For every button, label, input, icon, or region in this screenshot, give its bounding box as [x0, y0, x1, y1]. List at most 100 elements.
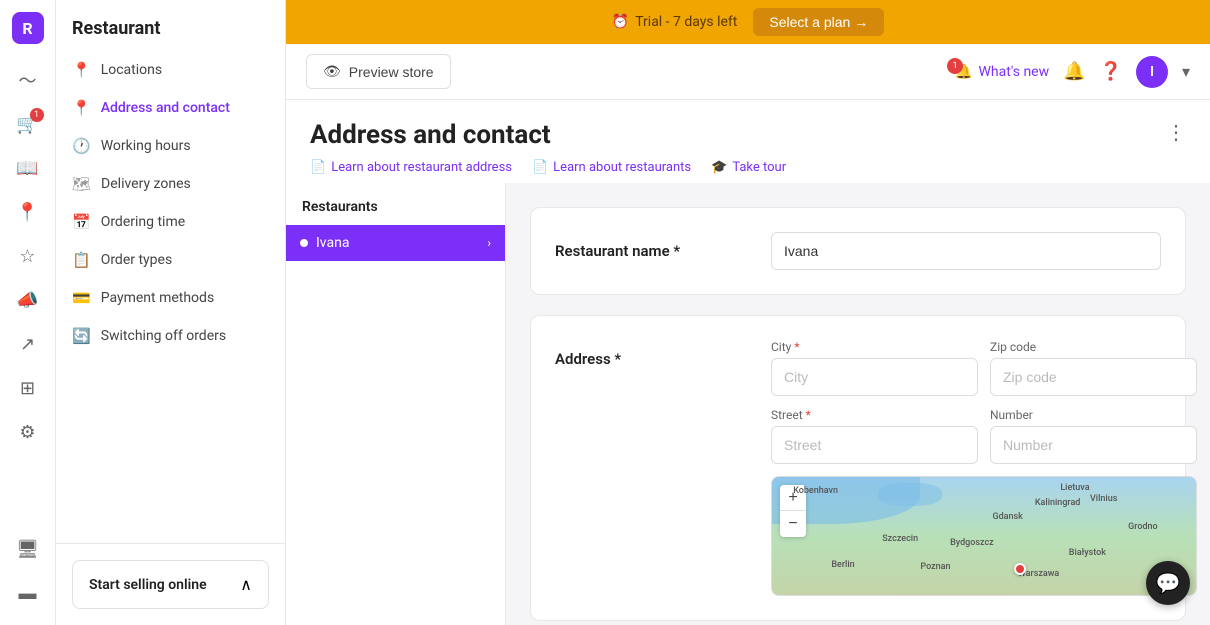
- working-hours-label: Working hours: [101, 138, 191, 154]
- address-icon: 📍: [72, 99, 91, 117]
- locations-label: Locations: [101, 62, 162, 78]
- city-zip-group: City * Zip code: [771, 340, 1197, 396]
- zip-label: Zip code: [990, 340, 1197, 354]
- sidebar-item-switching-off[interactable]: 🔄 Switching off orders: [56, 317, 285, 355]
- zip-input[interactable]: [990, 358, 1197, 396]
- help-icon[interactable]: ❓: [1100, 61, 1122, 82]
- refresh-icon: 🔄: [72, 327, 91, 345]
- sidebar-icon-cart[interactable]: 🛒1: [8, 104, 48, 144]
- address-label: Address *: [555, 340, 755, 368]
- learn-restaurants-link[interactable]: 📄 Learn about restaurants: [532, 160, 691, 175]
- notification-bell-icon[interactable]: 🔔: [1063, 61, 1085, 82]
- street-required: *: [806, 408, 811, 422]
- address-section: Address * City *: [530, 315, 1186, 621]
- map-label-szczecin: Szczecin: [882, 534, 918, 544]
- sidebar-icon-panel[interactable]: ▬: [8, 573, 48, 613]
- learn-restaurant-address-link[interactable]: 📄 Learn about restaurant address: [310, 160, 512, 175]
- trial-text: ⏰ Trial - 7 days left: [612, 14, 738, 30]
- clock-icon: ⏰: [612, 14, 629, 30]
- page-links: 📄 Learn about restaurant address 📄 Learn…: [310, 160, 786, 175]
- sidebar-icon-book[interactable]: 📖: [8, 148, 48, 188]
- address-label-col: Address *: [555, 340, 755, 368]
- restaurants-panel: Restaurants Ivana ›: [286, 183, 506, 625]
- street-label-text: Street: [771, 408, 803, 422]
- sidebar-item-locations[interactable]: 📍 Locations: [56, 51, 285, 89]
- clipboard-icon: 📋: [72, 251, 91, 269]
- more-options-button[interactable]: ⋮: [1166, 120, 1186, 145]
- sidebar-item-delivery-zones[interactable]: 🗺 Delivery zones: [56, 165, 285, 203]
- form-panel: Restaurant name * Address *: [506, 183, 1210, 625]
- city-input[interactable]: [771, 358, 978, 396]
- street-input[interactable]: [771, 426, 978, 464]
- map-label-berlin: Berlin: [831, 560, 854, 570]
- main-content: ⏰ Trial - 7 days left Select a plan → 👁 …: [286, 0, 1210, 625]
- order-types-label: Order types: [101, 252, 173, 268]
- restaurant-name-row: Restaurant name *: [555, 232, 1161, 270]
- app-logo[interactable]: R: [12, 12, 44, 44]
- restaurant-name-input[interactable]: [771, 232, 1161, 270]
- sidebar-item-working-hours[interactable]: 🕐 Working hours: [56, 127, 285, 165]
- icon-sidebar: R 〜 🛒1 📖 📍 ☆ 📣 ↗ ⊞ ⚙ 🖥 ▬: [0, 0, 56, 625]
- calendar-icon: 📅: [72, 213, 91, 231]
- sidebar-icon-settings[interactable]: ⚙: [8, 412, 48, 452]
- left-nav-title: Restaurant: [56, 0, 285, 51]
- map-label-gdansk: Gdansk: [992, 512, 1022, 522]
- preview-label: Preview store: [349, 64, 434, 80]
- restaurants-panel-title: Restaurants: [286, 183, 505, 225]
- sidebar-icon-location[interactable]: 📍: [8, 192, 48, 232]
- sidebar-icon-chart[interactable]: ↗: [8, 324, 48, 364]
- number-label: Number: [990, 408, 1197, 422]
- sidebar-item-ordering-time[interactable]: 📅 Ordering time: [56, 203, 285, 241]
- street-number-group: Street * Number: [771, 408, 1197, 464]
- city-label: City *: [771, 340, 978, 354]
- sidebar-icon-grid[interactable]: ⊞: [8, 368, 48, 408]
- preview-store-button[interactable]: 👁 Preview store: [306, 54, 451, 89]
- sidebar-item-address-contact[interactable]: 📍 Address and contact: [56, 89, 285, 127]
- city-required: *: [794, 340, 799, 354]
- map-label-lietuva: Lietuva: [1060, 483, 1089, 493]
- sidebar-icon-pulse[interactable]: 〜: [8, 60, 48, 100]
- sidebar-item-order-types[interactable]: 📋 Order types: [56, 241, 285, 279]
- address-row: Address * City *: [555, 340, 1161, 596]
- page-header: Address and contact 📄 Learn about restau…: [286, 100, 1210, 183]
- graduation-icon: 🎓: [711, 160, 727, 175]
- trial-banner: ⏰ Trial - 7 days left Select a plan →: [286, 0, 1210, 44]
- left-nav-footer: Start selling online ∧: [56, 543, 285, 625]
- doc-icon-2: 📄: [532, 160, 548, 175]
- learn-address-label: Learn about restaurant address: [331, 160, 512, 175]
- map-label-bydgoszcz: Bydgoszcz: [950, 538, 994, 548]
- sidebar-icon-megaphone[interactable]: 📣: [8, 280, 48, 320]
- payment-methods-label: Payment methods: [101, 290, 214, 306]
- sidebar-icon-star[interactable]: ☆: [8, 236, 48, 276]
- card-icon: 💳: [72, 289, 91, 307]
- eye-icon: 👁: [323, 63, 341, 80]
- chevron-down-icon[interactable]: ▾: [1182, 62, 1190, 81]
- select-plan-button[interactable]: Select a plan →: [753, 8, 884, 36]
- user-avatar[interactable]: I: [1136, 56, 1168, 88]
- map-label-poznan: Poznan: [920, 562, 950, 572]
- doc-icon: 📄: [310, 160, 326, 175]
- whats-new-badge: 1: [947, 58, 963, 74]
- restaurant-name: Ivana: [316, 235, 349, 251]
- ordering-time-label: Ordering time: [101, 214, 185, 230]
- content-panels: Restaurants Ivana › Restaurant name *: [286, 183, 1210, 625]
- address-label: Address and contact: [101, 100, 230, 116]
- number-input[interactable]: [990, 426, 1197, 464]
- chat-bubble[interactable]: 💬: [1146, 561, 1190, 605]
- toolbar-right: 1 🔔 What's new 🔔 ❓ I ▾: [955, 56, 1190, 88]
- restaurant-item-ivana[interactable]: Ivana ›: [286, 225, 505, 261]
- map-zoom-out-button[interactable]: −: [780, 511, 806, 537]
- whats-new-button[interactable]: 1 🔔 What's new: [955, 64, 1049, 80]
- sidebar-item-payment-methods[interactable]: 💳 Payment methods: [56, 279, 285, 317]
- sidebar-icon-monitor[interactable]: 🖥: [8, 529, 48, 569]
- start-selling-banner[interactable]: Start selling online ∧: [72, 560, 269, 609]
- restaurant-name-label-col: Restaurant name *: [555, 232, 755, 260]
- clock-icon: 🕐: [72, 137, 91, 155]
- map-container: + − Kobenhavn Gdansk Bydgoszcz Szczecin …: [771, 476, 1197, 596]
- take-tour-link[interactable]: 🎓 Take tour: [711, 160, 786, 175]
- chevron-right-icon: ›: [487, 236, 491, 250]
- city-label-text: City: [771, 340, 791, 354]
- address-fields: City * Zip code: [771, 340, 1197, 596]
- toolbar: 👁 Preview store 1 🔔 What's new 🔔 ❓ I ▾: [286, 44, 1210, 100]
- locations-icon: 📍: [72, 61, 91, 79]
